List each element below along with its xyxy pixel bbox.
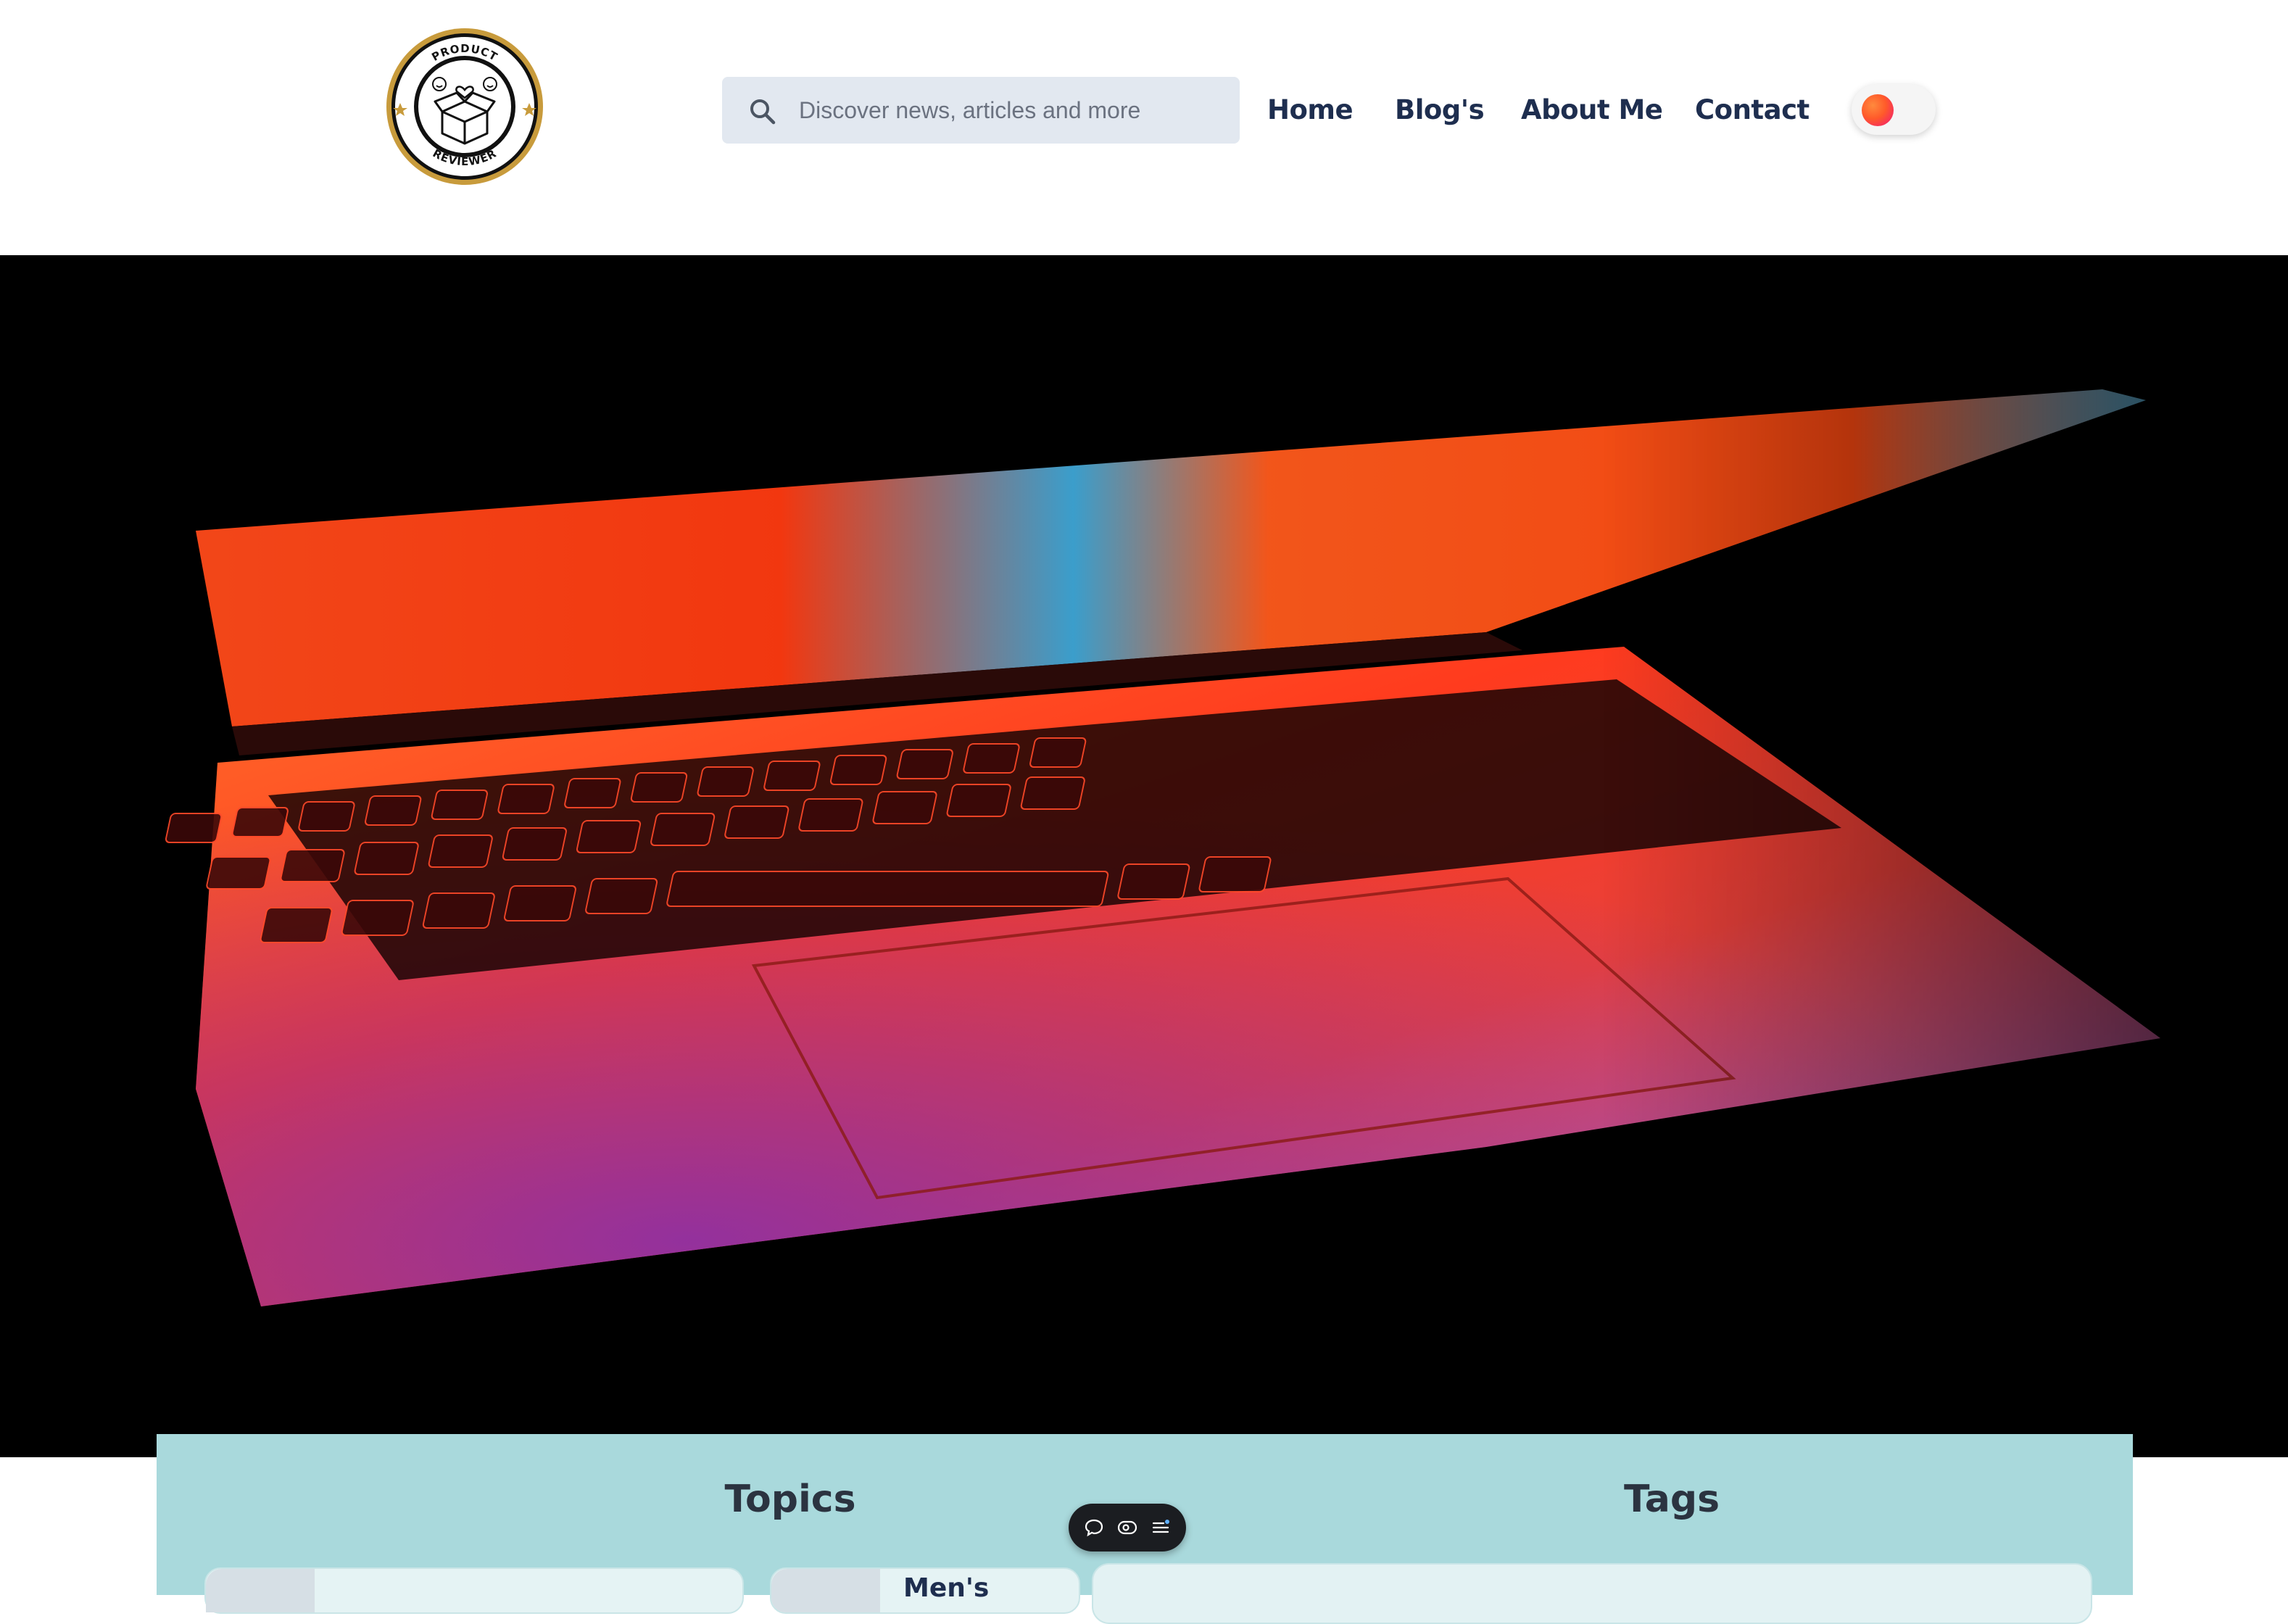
tags-title: Tags xyxy=(1623,1478,1720,1521)
laptop-illustration xyxy=(0,255,2288,1457)
nav-contact[interactable]: Contact xyxy=(1695,88,1810,132)
eye-icon[interactable] xyxy=(1116,1517,1138,1538)
topic-card-label: Men's xyxy=(903,1573,990,1603)
search-bar[interactable]: Discover news, articles and more xyxy=(722,77,1240,144)
nav-blogs[interactable]: Blog's xyxy=(1395,88,1485,132)
product-reviewer-logo[interactable]: PRODUCT REVIEWER xyxy=(384,26,545,187)
nav-home[interactable]: Home xyxy=(1267,88,1354,132)
hero-image xyxy=(0,255,2288,1457)
floating-toolbar xyxy=(1069,1504,1186,1552)
topic-card[interactable] xyxy=(204,1567,744,1614)
topic-thumbnail xyxy=(771,1569,880,1612)
theme-toggle[interactable] xyxy=(1852,84,1936,135)
site-header: PRODUCT REVIEWER Discover news, articles xyxy=(0,0,2288,255)
topic-card[interactable]: Men's xyxy=(770,1567,1080,1614)
theme-toggle-icon xyxy=(1862,94,1894,126)
topics-title: Topics xyxy=(724,1478,856,1521)
nav-about-me[interactable]: About Me xyxy=(1521,88,1663,132)
search-input[interactable]: Discover news, articles and more xyxy=(799,77,1140,144)
comment-icon[interactable] xyxy=(1083,1517,1105,1538)
tags-container xyxy=(1092,1563,2092,1624)
search-icon xyxy=(750,99,776,125)
topic-thumbnail xyxy=(206,1569,315,1612)
list-icon[interactable] xyxy=(1150,1517,1172,1538)
